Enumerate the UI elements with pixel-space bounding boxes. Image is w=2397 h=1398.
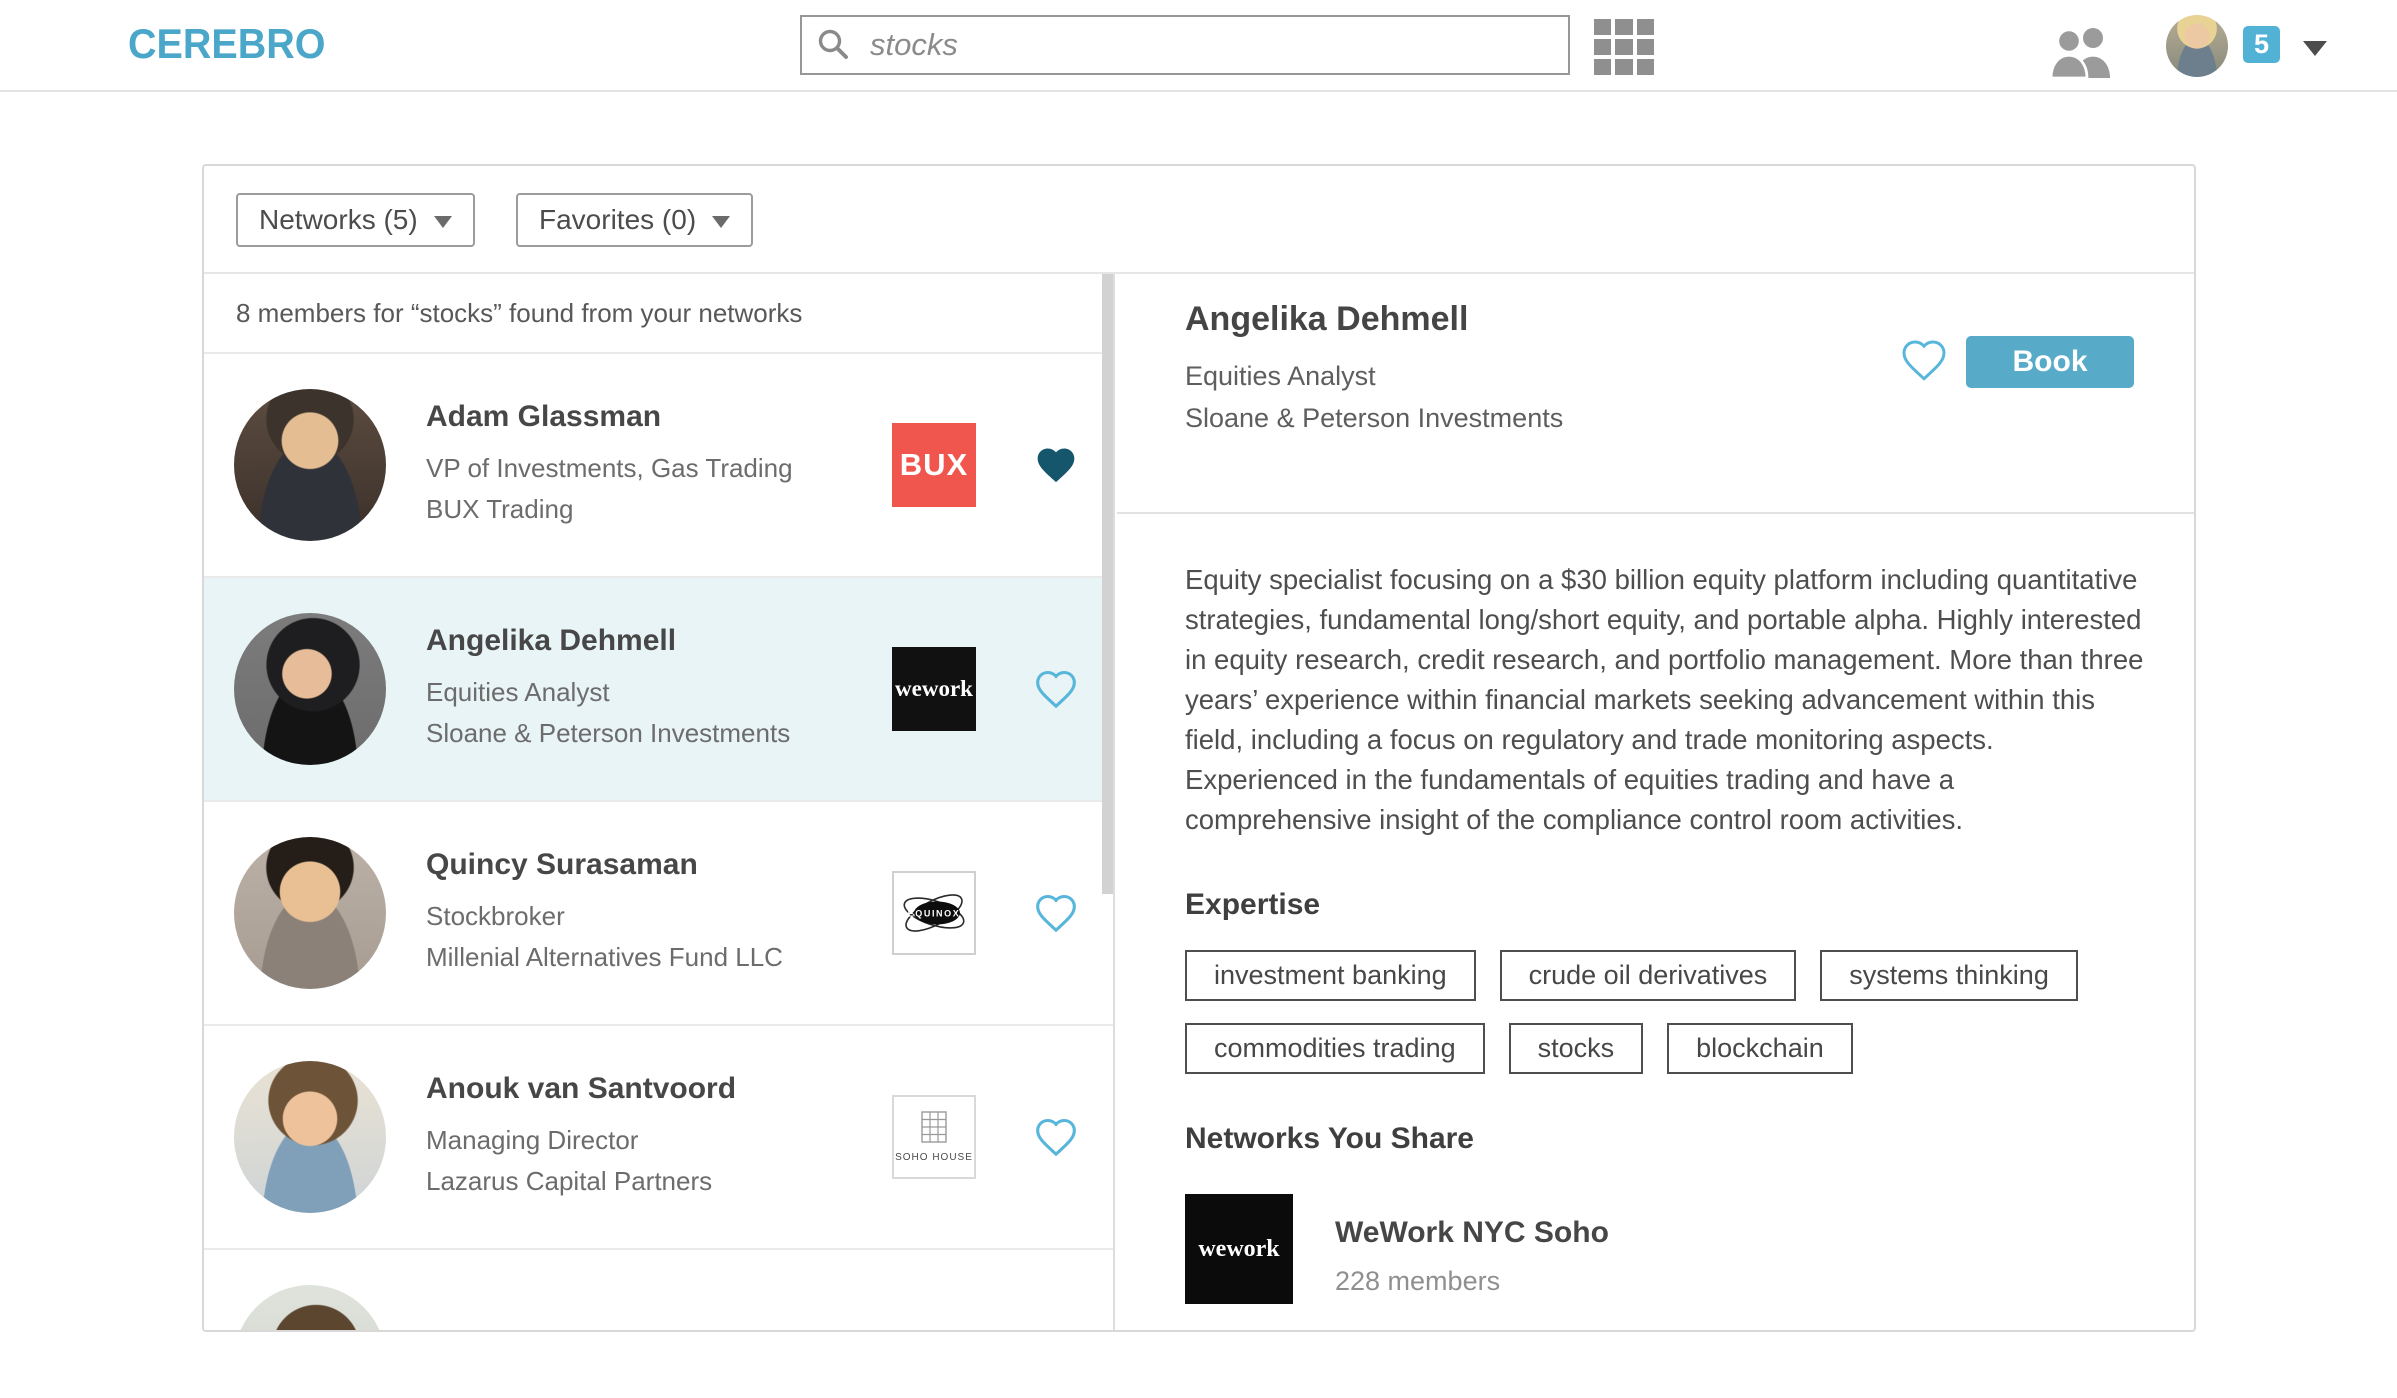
detail-body: Equity specialist focusing on a $30 bill… — [1117, 560, 2194, 1304]
favorites-filter-button[interactable]: Favorites (0) — [516, 193, 753, 247]
member-name: Anouk van Santvoord — [426, 1072, 736, 1106]
detail-member-name: Angelika Dehmell — [1185, 300, 2134, 339]
favorite-heart-icon-outline[interactable] — [1900, 336, 1948, 384]
list-scrollbar-thumb[interactable] — [1102, 274, 1113, 894]
member-title: Managing Director — [426, 1120, 736, 1161]
expertise-tag[interactable]: stocks — [1509, 1023, 1644, 1074]
member-name: Quincy Surasaman — [426, 848, 783, 882]
expertise-tag[interactable]: crude oil derivatives — [1500, 950, 1797, 1001]
caret-down-icon — [712, 216, 730, 228]
member-list-panel: 8 members for “stocks” found from your n… — [204, 274, 1115, 1330]
expertise-tag[interactable]: systems thinking — [1820, 950, 2078, 1001]
results-summary: 8 members for “stocks” found from your n… — [204, 274, 1113, 354]
cerebro-logo[interactable]: CEREBRO — [128, 20, 325, 68]
member-detail-panel: Angelika Dehmell Equities Analyst Sloane… — [1117, 274, 2194, 1330]
company-logo-bux: BUX — [892, 423, 976, 507]
member-title: Stockbroker — [426, 896, 783, 937]
member-row-anouk-van-santvoord[interactable]: Anouk van Santvoord Managing Director La… — [204, 1026, 1113, 1250]
member-text: Angelika Dehmell Equities Analyst Sloane… — [426, 624, 790, 754]
member-row-carly-stevens[interactable]: Carly Stevens — [204, 1250, 1113, 1332]
network-logo-wework: wework — [1185, 1194, 1293, 1304]
member-row-adam-glassman[interactable]: Adam Glassman VP of Investments, Gas Tra… — [204, 354, 1113, 578]
user-avatar[interactable] — [2166, 15, 2228, 77]
expertise-tag[interactable]: investment banking — [1185, 950, 1476, 1001]
member-avatar — [234, 389, 386, 541]
networks-filter-button[interactable]: Networks (5) — [236, 193, 475, 247]
member-avatar — [234, 613, 386, 765]
search-input[interactable] — [868, 26, 1554, 64]
expertise-tag[interactable]: commodities trading — [1185, 1023, 1485, 1074]
people-icon[interactable] — [2048, 26, 2116, 78]
networks-heading: Networks You Share — [1185, 1122, 2134, 1156]
detail-member-company: Sloane & Peterson Investments — [1185, 397, 2134, 439]
member-text: Anouk van Santvoord Managing Director La… — [426, 1072, 736, 1202]
member-row-quincy-surasaman[interactable]: Quincy Surasaman Stockbroker Millenial A… — [204, 802, 1113, 1026]
member-name: Adam Glassman — [426, 400, 793, 434]
results-card: Networks (5) Favorites (0) 8 members for… — [202, 164, 2196, 1332]
detail-header: Angelika Dehmell Equities Analyst Sloane… — [1117, 274, 2194, 514]
svg-text:EQUINOX: EQUINOX — [908, 909, 961, 919]
member-company: Lazarus Capital Partners — [426, 1161, 736, 1202]
favorite-heart-icon-outline[interactable] — [1034, 891, 1078, 935]
expertise-tags: investment banking crude oil derivatives… — [1185, 950, 2165, 1074]
favorite-heart-icon-filled[interactable] — [1034, 443, 1078, 487]
company-logo-wework: wework — [892, 647, 976, 731]
soho-house-label: SOHO HOUSE — [895, 1152, 973, 1163]
member-text: Adam Glassman VP of Investments, Gas Tra… — [426, 400, 793, 530]
member-company: Sloane & Peterson Investments — [426, 713, 790, 754]
network-name: WeWork NYC Soho — [1335, 1216, 1609, 1250]
expertise-tag[interactable]: blockchain — [1667, 1023, 1853, 1074]
member-name: Angelika Dehmell — [426, 624, 790, 658]
app: CEREBRO 5 Networks (5) — [0, 0, 2397, 1398]
soho-window-glyph — [921, 1111, 947, 1143]
member-avatar — [234, 837, 386, 989]
expertise-heading: Expertise — [1185, 888, 2134, 922]
company-logo-soho-house: SOHO HOUSE — [892, 1095, 976, 1179]
shared-network-item[interactable]: wework WeWork NYC Soho 228 members — [1185, 1194, 2134, 1304]
member-text: Quincy Surasaman Stockbroker Millenial A… — [426, 848, 783, 978]
book-button[interactable]: Book — [1966, 336, 2134, 388]
search-box[interactable] — [800, 15, 1570, 75]
member-row-angelika-dehmell[interactable]: Angelika Dehmell Equities Analyst Sloane… — [204, 578, 1113, 802]
top-nav: CEREBRO 5 — [0, 0, 2397, 92]
favorite-heart-icon-outline[interactable] — [1034, 1115, 1078, 1159]
company-logo-equinox: EQUINOX — [892, 871, 976, 955]
apps-grid-icon[interactable] — [1594, 19, 1654, 75]
account-caret-down-icon[interactable] — [2303, 41, 2327, 56]
caret-down-icon — [434, 216, 452, 228]
network-member-count: 228 members — [1335, 1266, 1609, 1297]
member-title: VP of Investments, Gas Trading — [426, 448, 793, 489]
favorites-filter-label: Favorites (0) — [539, 204, 696, 236]
notification-badge[interactable]: 5 — [2243, 26, 2280, 63]
favorite-heart-icon-outline[interactable] — [1034, 667, 1078, 711]
search-icon — [816, 27, 852, 63]
member-company: BUX Trading — [426, 489, 793, 530]
member-avatar — [234, 1285, 386, 1332]
member-avatar — [234, 1061, 386, 1213]
member-company: Millenial Alternatives Fund LLC — [426, 937, 783, 978]
network-text: WeWork NYC Soho 228 members — [1335, 1194, 1609, 1297]
filter-bar: Networks (5) Favorites (0) — [204, 166, 2194, 274]
networks-filter-label: Networks (5) — [259, 204, 418, 236]
member-title: Equities Analyst — [426, 672, 790, 713]
member-bio: Equity specialist focusing on a $30 bill… — [1185, 560, 2147, 840]
